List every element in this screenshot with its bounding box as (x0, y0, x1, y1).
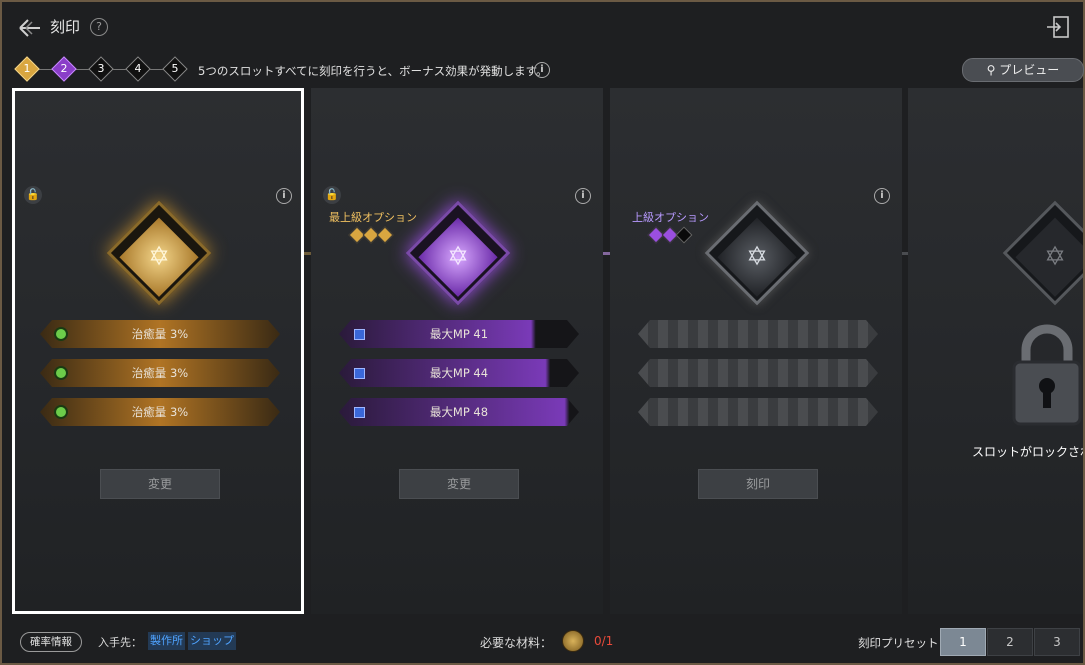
source-label: 入手先： (98, 636, 142, 649)
change-button[interactable]: 変更 (100, 469, 220, 499)
green-dot-icon (56, 329, 66, 339)
grade-gems (647, 226, 700, 244)
info-icon[interactable]: i (276, 188, 292, 204)
change-button[interactable]: 変更 (399, 469, 519, 499)
lock-icon (1008, 320, 1083, 430)
slot-panel-1[interactable]: 🔓 i ✡ 治癒量 3% 治癒量 3% 治癒量 3% 変更 (12, 88, 304, 614)
slot-panels: 🔓 i ✡ 治癒量 3% 治癒量 3% 治癒量 3% 変更 🔓 i 最上級オプシ… (12, 88, 1083, 614)
option-row: 最大MP 44 (339, 359, 579, 387)
grade-label: 上級オプション (632, 211, 709, 224)
green-dot-icon (56, 407, 66, 417)
preset-button-3[interactable]: 3 (1034, 628, 1080, 656)
material-coin-icon (562, 630, 584, 652)
preset-label: 刻印プリセット (858, 636, 939, 650)
material-count: 0/1 (594, 634, 614, 648)
search-icon: ⚲ (986, 63, 996, 77)
empty-option-row (638, 398, 878, 426)
step-2: 2 (51, 56, 77, 82)
slot-panel-3[interactable]: i 上級オプション ✡ 刻印 (610, 88, 902, 614)
option-row: 治癒量 3% (40, 398, 280, 426)
blue-square-icon (354, 407, 365, 418)
option-row: 治癒量 3% (40, 359, 280, 387)
gold-engraving-gem: ✡ (106, 200, 212, 306)
bottom-bar: 確率情報 入手先： 製作所 ショップ 必要な材料： 0/1 刻印プリセット 1 … (4, 618, 1085, 665)
grade-gems (348, 226, 401, 244)
blue-square-icon (354, 329, 365, 340)
empty-option-row (638, 359, 878, 387)
bonus-info-text: 5つのスロットすべてに刻印を行うと、ボーナス効果が発動します。 (198, 64, 548, 78)
option-row: 最大MP 41 (339, 320, 579, 348)
source-link-workshop[interactable]: 製作所 (148, 632, 185, 650)
purple-engraving-gem: ✡ (405, 200, 511, 306)
back-arrow-icon[interactable] (16, 14, 44, 42)
engrave-button[interactable]: 刻印 (698, 469, 818, 499)
option-row: 最大MP 48 (339, 398, 579, 426)
source-link-shop[interactable]: ショップ (188, 632, 236, 650)
option-row: 治癒量 3% (40, 320, 280, 348)
preset-button-2[interactable]: 2 (987, 628, 1033, 656)
grade-label: 最上級オプション (329, 211, 417, 224)
step-1: 1 (14, 56, 40, 82)
unlock-icon[interactable]: 🔓 (323, 186, 341, 204)
unlock-icon[interactable]: 🔓 (24, 186, 42, 204)
locked-engraving-gem: ✡ (1002, 200, 1083, 306)
step-3: 3 (88, 56, 114, 82)
slot-locked-text: スロットがロックされて (972, 445, 1083, 459)
top-bar: 刻印 ? (2, 2, 1083, 54)
knot-icon: ✡ (1044, 242, 1066, 273)
info-icon[interactable]: i (874, 188, 890, 204)
slot-panel-4[interactable]: ✡ スロットがロックされて (908, 88, 1083, 614)
info-icon[interactable]: i (575, 188, 591, 204)
empty-option-row (638, 320, 878, 348)
silver-engraving-gem: ✡ (704, 200, 810, 306)
step-4: 4 (125, 56, 151, 82)
green-dot-icon (56, 368, 66, 378)
preview-button[interactable]: ⚲ プレビュー (962, 58, 1084, 82)
question-icon[interactable]: ? (90, 18, 108, 36)
probability-info-button[interactable]: 確率情報 (20, 632, 82, 652)
knot-icon: ✡ (148, 242, 170, 273)
material-label: 必要な材料： (480, 636, 553, 650)
page-title: 刻印 (50, 18, 81, 36)
slot-panel-2[interactable]: 🔓 i 最上級オプション ✡ 最大MP 41 最大MP 44 最大MP 48 変… (311, 88, 603, 614)
knot-icon: ✡ (746, 242, 768, 273)
info-icon[interactable]: i (534, 62, 550, 78)
preset-button-1[interactable]: 1 (940, 628, 986, 656)
window-frame: 刻印 ? 1 2 3 4 5 5つのスロットすべてに刻印を行うと、ボーナス効果が… (0, 0, 1085, 665)
exit-icon[interactable] (1045, 14, 1071, 40)
step-5: 5 (162, 56, 188, 82)
knot-icon: ✡ (447, 242, 469, 273)
blue-square-icon (354, 368, 365, 379)
